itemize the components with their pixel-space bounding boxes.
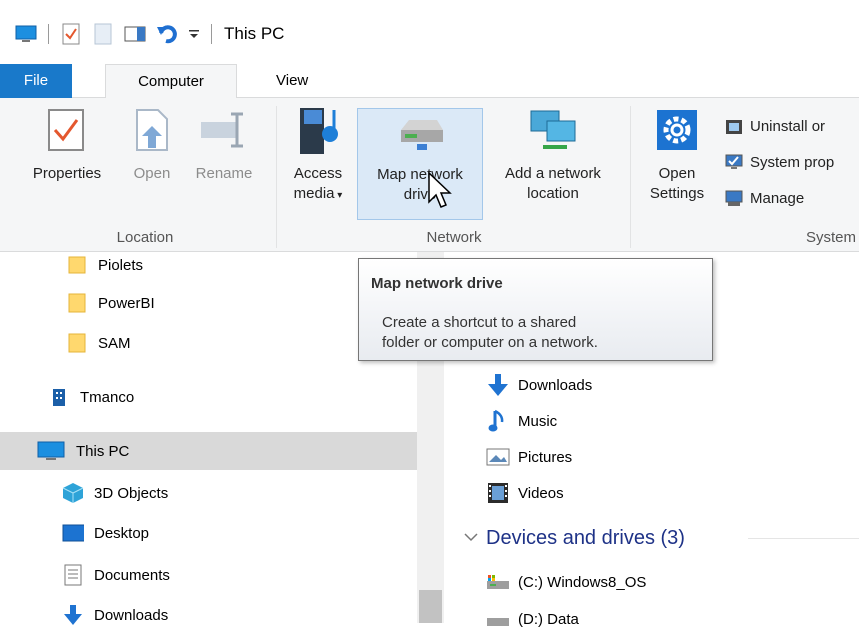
media-server-icon: [294, 104, 342, 162]
tooltip-title: Map network drive: [371, 275, 503, 292]
network-location-icon: [525, 105, 581, 161]
music-note-icon: [486, 409, 510, 433]
window-icon[interactable]: [123, 22, 147, 46]
drive-d[interactable]: (D:) Data: [486, 602, 579, 636]
group-divider: [276, 106, 277, 248]
group-label-system: System: [806, 229, 857, 246]
add-network-location-button[interactable]: Add a network location: [488, 102, 618, 204]
download-arrow-icon: [486, 373, 510, 397]
folder-pictures[interactable]: Pictures: [486, 440, 572, 474]
navigation-pane: Piolets PowerBI SAM Tmanco This PC 3D Ob…: [0, 252, 420, 625]
open-icon: [134, 108, 170, 158]
system-properties-icon: [724, 152, 744, 172]
nav-item-piolets[interactable]: Piolets: [66, 246, 143, 284]
title-bar: This PC: [0, 0, 859, 64]
system-properties-button[interactable]: System prop: [724, 152, 834, 172]
devices-section-header[interactable]: Devices and drives (3): [464, 521, 685, 555]
system-drive-icon: [486, 570, 510, 594]
nav-item-3d-objects[interactable]: 3D Objects: [62, 474, 168, 512]
tab-computer[interactable]: Computer: [105, 64, 237, 99]
tooltip-description-line1: Create a shortcut to a shared: [382, 314, 577, 331]
gear-icon: [655, 108, 699, 158]
uninstall-button[interactable]: Uninstall or: [724, 116, 825, 136]
manage-icon: [724, 188, 744, 208]
documents-icon: [62, 564, 84, 586]
properties-icon: [47, 108, 87, 158]
computer-icon[interactable]: [14, 22, 38, 46]
tooltip-description-line2: folder or computer on a network.: [382, 334, 598, 351]
nav-item-sam[interactable]: SAM: [66, 324, 131, 362]
network-drive-icon: [395, 114, 445, 160]
access-media-button[interactable]: Access media ▾: [284, 102, 352, 206]
folder-icon: [66, 332, 88, 354]
3d-objects-icon: [62, 482, 84, 504]
uninstall-icon: [724, 116, 744, 136]
nav-item-documents[interactable]: Documents: [62, 556, 170, 594]
open-settings-button[interactable]: Open Settings: [636, 102, 718, 204]
group-label-location: Location: [116, 229, 174, 246]
pictures-icon: [486, 445, 510, 469]
rename-button[interactable]: Rename: [186, 102, 262, 184]
window-title: This PC: [224, 24, 285, 43]
folder-music[interactable]: Music: [486, 404, 557, 438]
drive-c[interactable]: (C:) Windows8_OS: [486, 565, 646, 599]
nav-item-desktop[interactable]: Desktop: [62, 514, 149, 552]
undo-icon[interactable]: [155, 22, 179, 46]
folder-downloads[interactable]: Downloads: [486, 368, 592, 402]
separator: [211, 24, 212, 44]
film-icon: [486, 481, 510, 505]
folder-videos[interactable]: Videos: [486, 476, 564, 510]
nav-item-tmanco[interactable]: Tmanco: [48, 378, 134, 416]
tab-file[interactable]: File: [0, 64, 72, 98]
separator: [48, 24, 49, 44]
open-button[interactable]: Open: [122, 102, 182, 184]
tab-view[interactable]: View: [260, 64, 320, 98]
folder-icon: [66, 254, 88, 276]
group-label-network: Network: [426, 229, 482, 246]
group-divider: [630, 106, 631, 248]
desktop-icon: [62, 522, 84, 544]
computer-icon: [36, 440, 66, 462]
nav-item-this-pc[interactable]: This PC: [0, 432, 417, 470]
chevron-down-icon: [464, 529, 478, 547]
properties-icon[interactable]: [59, 22, 83, 46]
building-icon: [48, 386, 70, 408]
quick-access-toolbar: This PC: [14, 20, 284, 48]
hard-drive-icon: [486, 607, 510, 631]
properties-button[interactable]: Properties: [20, 102, 114, 184]
new-folder-icon[interactable]: [91, 22, 115, 46]
nav-item-downloads[interactable]: Downloads: [62, 596, 168, 634]
folder-icon: [66, 292, 88, 314]
tooltip: Map network drive Create a shortcut to a…: [358, 258, 713, 361]
manage-button[interactable]: Manage: [724, 188, 804, 208]
nav-scrollbar-thumb[interactable]: [419, 590, 442, 623]
chevron-down-icon: ▾: [334, 190, 343, 201]
map-network-drive-button[interactable]: Map network drive: [357, 108, 483, 220]
ribbon-tabs: File Computer View: [0, 64, 859, 99]
rename-icon: [199, 110, 249, 156]
customize-dropdown-icon[interactable]: [187, 22, 201, 46]
mouse-cursor-icon: [428, 171, 452, 214]
section-divider: [748, 538, 859, 539]
nav-item-powerbi[interactable]: PowerBI: [66, 284, 155, 322]
